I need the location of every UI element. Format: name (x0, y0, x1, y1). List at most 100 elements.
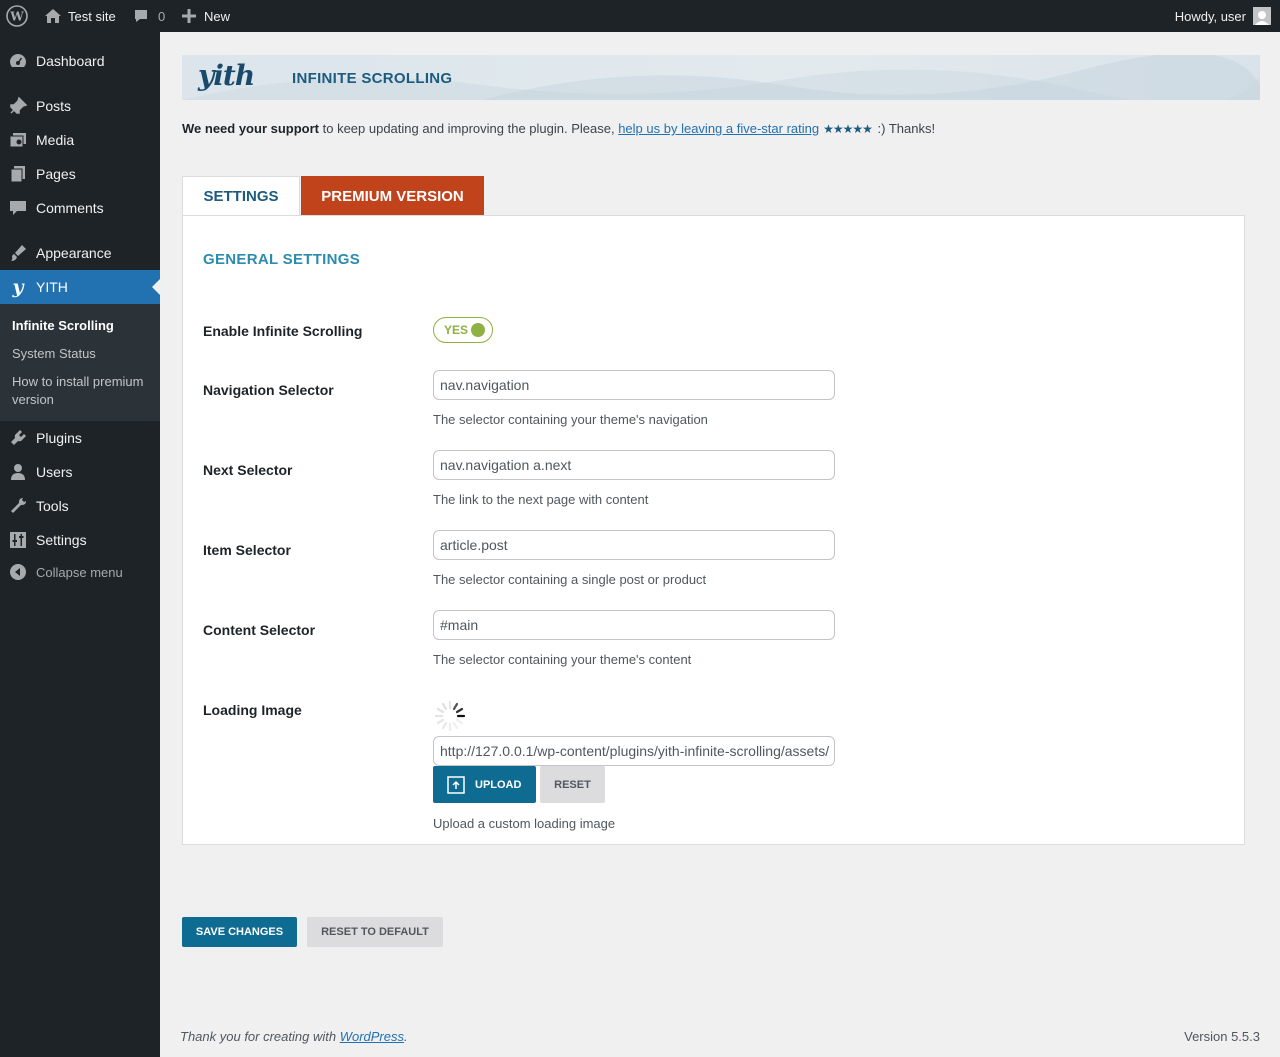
sidebar-item-plugins[interactable]: Plugins (0, 421, 160, 455)
sidebar-item-label: Dashboard (36, 53, 105, 69)
next-selector-description: The link to the next page with content (433, 492, 649, 507)
yith-logo: yith (198, 59, 255, 92)
wrench-icon (0, 489, 36, 523)
content-selector-label: Content Selector (203, 622, 316, 638)
save-changes-button[interactable]: SAVE CHANGES (182, 917, 297, 947)
site-name: Test site (68, 8, 116, 24)
loading-spinner-icon (434, 700, 466, 732)
submenu-item-system-status[interactable]: System Status (12, 345, 152, 363)
dashboard-icon (0, 44, 36, 78)
submenu-item-infinite-scrolling[interactable]: Infinite Scrolling (12, 317, 152, 335)
upload-label: UPLOAD (475, 778, 522, 791)
pushpin-icon (0, 89, 36, 123)
admin-bar: W Test site 0 New Howdy, user (0, 0, 1280, 32)
sidebar-item-yith[interactable]: y YITH (0, 270, 160, 304)
submenu-item-install-premium[interactable]: How to install premium version (12, 373, 152, 409)
plugin-banner: yith INFINITE SCROLLING (182, 55, 1260, 100)
support-thanks: :) Thanks! (873, 121, 936, 136)
loading-image-description: Upload a custom loading image (433, 816, 616, 831)
sidebar-item-label: Users (36, 464, 73, 480)
new-content-link[interactable]: New (182, 0, 230, 32)
user-icon (0, 455, 36, 489)
navigation-selector-description: The selector containing your theme's nav… (433, 412, 708, 427)
footer-thanks: Thank you for creating with WordPress. (180, 1029, 408, 1044)
sidebar-item-label: Tools (36, 498, 69, 514)
plugin-title: INFINITE SCROLLING (292, 70, 453, 87)
item-selector-input[interactable]: article.post (433, 530, 835, 560)
enable-infinite-scrolling-toggle[interactable]: YES (433, 317, 493, 343)
support-text: to keep updating and improving the plugi… (319, 121, 619, 136)
rating-link[interactable]: help us by leaving a five-star rating (618, 121, 819, 136)
avatar (1253, 7, 1271, 25)
yith-icon: y (12, 276, 24, 298)
item-selector-label: Item Selector (203, 542, 291, 558)
sidebar-item-label: Comments (36, 200, 104, 216)
comments-link[interactable]: 0 (133, 0, 165, 32)
sidebar-item-pages[interactable]: Pages (0, 157, 160, 191)
svg-text:W: W (9, 10, 24, 24)
item-selector-description: The selector containing a single post or… (433, 572, 707, 587)
yith-submenu: Infinite Scrolling System Status How to … (0, 304, 160, 421)
sidebar-item-label: YITH (36, 279, 68, 295)
content-selector-input[interactable]: #main (433, 610, 835, 640)
plug-icon (0, 421, 36, 455)
reset-image-button[interactable]: RESET (540, 766, 605, 803)
admin-sidebar: Dashboard Posts Media Pages Comments App… (0, 32, 160, 1057)
home-icon (44, 7, 62, 25)
sidebar-item-label: Pages (36, 166, 76, 182)
footer-period: . (404, 1029, 408, 1044)
navigation-selector-input[interactable]: nav.navigation (433, 370, 835, 400)
sidebar-item-label: Appearance (36, 245, 112, 261)
wordpress-logo-icon[interactable]: W (6, 0, 28, 32)
sidebar-item-settings[interactable]: Settings (0, 523, 160, 557)
footer-text: Thank you for creating with (180, 1029, 340, 1044)
sidebar-item-label: Plugins (36, 430, 82, 446)
wordpress-link[interactable]: WordPress (340, 1029, 404, 1044)
howdy-text: Howdy, user (1174, 8, 1246, 24)
upload-icon (447, 775, 465, 794)
collapse-menu-button[interactable]: Collapse menu (0, 555, 160, 589)
sidebar-item-label: Posts (36, 98, 72, 114)
content-selector-description: The selector containing your theme's con… (433, 652, 692, 667)
site-name-link[interactable]: Test site (44, 0, 116, 32)
sliders-icon (0, 523, 36, 557)
loading-image-url-input[interactable]: http://127.0.0.1/wp-content/plugins/yith… (433, 736, 835, 766)
pages-icon (0, 157, 36, 191)
navigation-selector-label: Navigation Selector (203, 382, 334, 398)
media-icon (0, 123, 36, 157)
comment-icon (133, 8, 149, 24)
toggle-label: YES (444, 323, 469, 337)
brush-icon (0, 236, 36, 270)
toggle-knob (471, 323, 486, 337)
comments-count: 0 (158, 8, 166, 24)
my-account-link[interactable]: Howdy, user (1175, 0, 1271, 32)
sidebar-item-dashboard[interactable]: Dashboard (0, 44, 160, 78)
sidebar-item-users[interactable]: Users (0, 455, 160, 489)
support-bold-text: We need your support (182, 121, 319, 136)
support-notice: We need your support to keep updating an… (182, 121, 935, 136)
collapse-arrow-icon (0, 555, 36, 589)
next-selector-input[interactable]: nav.navigation a.next (433, 450, 835, 480)
comment-icon (0, 191, 36, 225)
section-title: GENERAL SETTINGS (203, 251, 361, 268)
current-menu-arrow (152, 279, 160, 295)
sidebar-item-comments[interactable]: Comments (0, 191, 160, 225)
sidebar-item-posts[interactable]: Posts (0, 89, 160, 123)
collapse-menu-label: Collapse menu (36, 564, 123, 580)
sidebar-item-appearance[interactable]: Appearance (0, 236, 160, 270)
plus-icon (182, 9, 196, 23)
tab-premium-version[interactable]: PREMIUM VERSION (301, 176, 484, 216)
upload-button[interactable]: UPLOAD (433, 766, 536, 803)
sidebar-item-label: Settings (36, 532, 87, 548)
star-rating-icon: ★★★★★ (823, 122, 873, 136)
sidebar-item-media[interactable]: Media (0, 123, 160, 157)
sidebar-item-label: Media (36, 132, 75, 148)
loading-image-label: Loading Image (203, 702, 302, 718)
enable-infinite-scrolling-label: Enable Infinite Scrolling (203, 323, 363, 339)
reset-to-default-button[interactable]: RESET TO DEFAULT (307, 917, 443, 947)
tab-settings[interactable]: SETTINGS (182, 176, 300, 216)
version-text: Version 5.5.3 (1184, 1029, 1260, 1044)
next-selector-label: Next Selector (203, 462, 293, 478)
new-label: New (204, 8, 231, 24)
sidebar-item-tools[interactable]: Tools (0, 489, 160, 523)
